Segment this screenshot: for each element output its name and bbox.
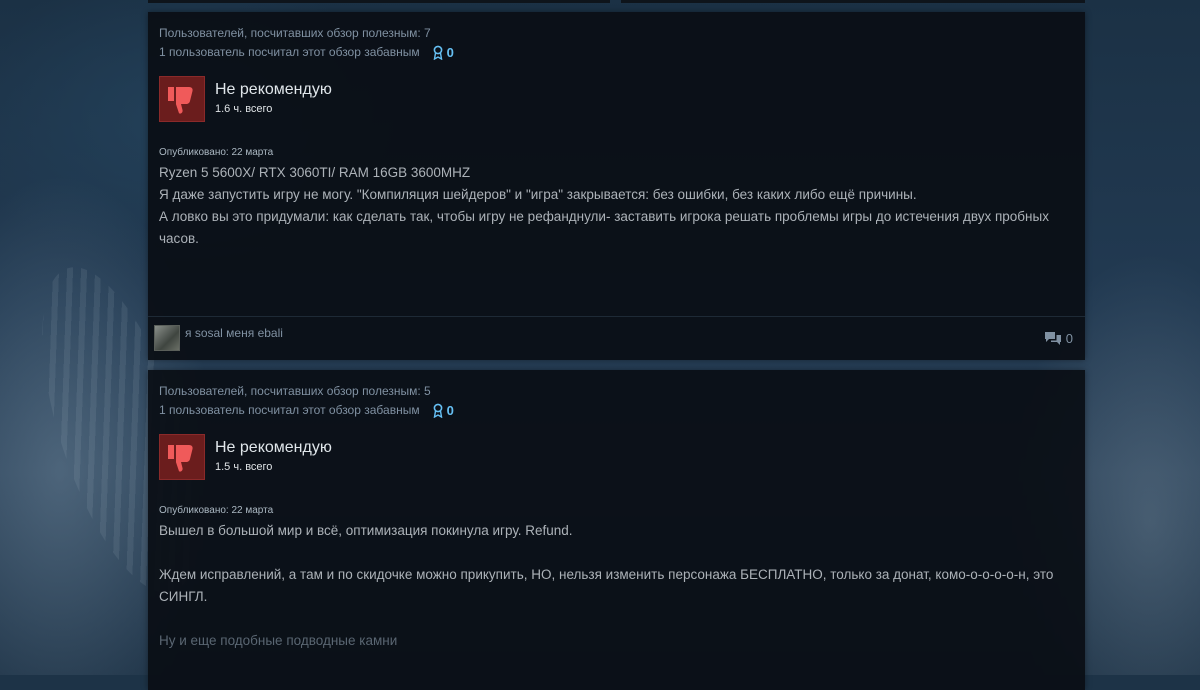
review-card: Пользователей, посчитавших обзор полезны…	[148, 12, 1085, 360]
funny-count: 1 пользователь посчитал этот обзор забав…	[159, 45, 420, 59]
award-button[interactable]: 0	[432, 43, 454, 62]
posted-date: Опубликовано: 22 марта	[159, 505, 274, 516]
review-verdict[interactable]: Не рекомендую	[215, 80, 332, 100]
posted-date: Опубликовано: 22 марта	[159, 147, 274, 158]
review-body: Вышел в большой мир и всё, оптимизация п…	[159, 520, 1074, 652]
review-paragraph: Ждем исправлений, а там и по скидочке мо…	[159, 567, 1054, 604]
thumbs-down-icon	[159, 434, 205, 480]
comment-icon	[1044, 332, 1061, 345]
thumbs-down-icon	[159, 76, 205, 122]
hours-played: 1.5 ч. всего	[215, 461, 273, 473]
review-verdict[interactable]: Не рекомендую	[215, 438, 332, 458]
helpful-count: Пользователей, посчитавших обзор полезны…	[159, 26, 431, 40]
review-paragraph: Вышел в большой мир и всё, оптимизация п…	[159, 523, 573, 538]
award-count: 0	[446, 403, 454, 418]
helpful-count: Пользователей, посчитавших обзор полезны…	[159, 384, 431, 398]
review-footer: я sosal меня ebali 0	[148, 316, 1085, 360]
author-name[interactable]: я sosal меня ebali	[185, 326, 283, 340]
comments-link[interactable]: 0	[1044, 331, 1073, 346]
comments-count: 0	[1065, 331, 1073, 346]
hours-played: 1.6 ч. всего	[215, 103, 273, 115]
vote-header[interactable]: Не рекомендую 1.6 ч. всего	[159, 76, 1074, 124]
funny-row: 1 пользователь посчитал этот обзор забав…	[159, 401, 1074, 420]
funny-row: 1 пользователь посчитал этот обзор забав…	[159, 43, 1074, 62]
review-card: Пользователей, посчитавших обзор полезны…	[148, 370, 1085, 690]
review-paragraph: Ryzen 5 5600X/ RTX 3060TI/ RAM 16GB 3600…	[159, 165, 471, 180]
review-body: Ryzen 5 5600X/ RTX 3060TI/ RAM 16GB 3600…	[159, 162, 1074, 250]
review-paragraph-faded: Ну и еще подобные подводные камни	[159, 633, 398, 648]
avatar[interactable]	[154, 325, 180, 351]
award-icon	[433, 45, 442, 60]
vote-header[interactable]: Не рекомендую 1.5 ч. всего	[159, 434, 1074, 482]
award-count: 0	[446, 45, 454, 60]
funny-count: 1 пользователь посчитал этот обзор забав…	[159, 403, 420, 417]
previous-review-edge-left	[148, 0, 610, 3]
review-paragraph: А ловко вы это придумали: как сделать та…	[159, 209, 1049, 246]
award-icon	[433, 403, 442, 418]
review-paragraph: Я даже запустить игру не могу. "Компиляц…	[159, 187, 917, 202]
previous-review-edge-right	[621, 0, 1085, 3]
award-button[interactable]: 0	[432, 401, 454, 420]
